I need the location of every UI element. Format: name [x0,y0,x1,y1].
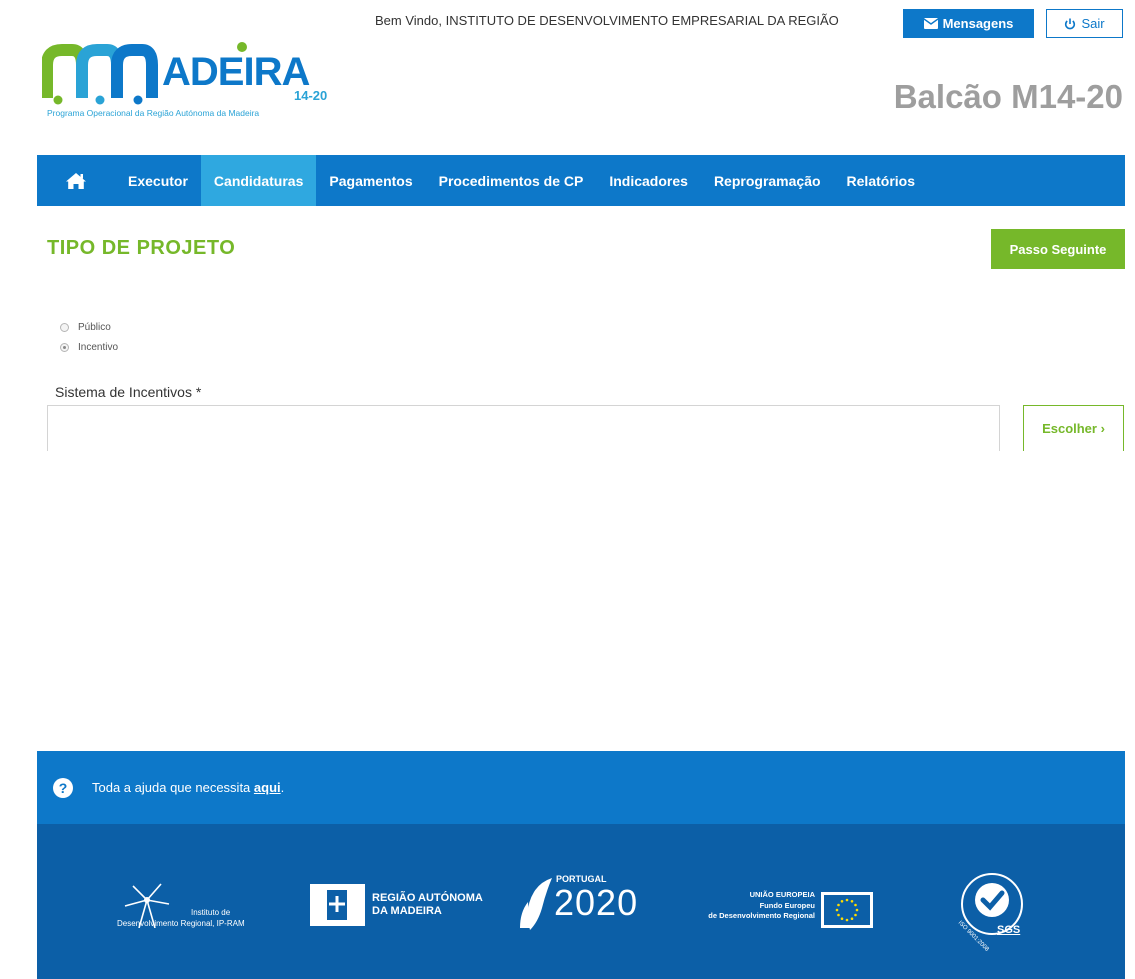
radio-publico-label: Público [78,322,111,333]
exit-button[interactable]: Sair [1046,9,1123,38]
radio-option-incentivo[interactable]: Incentivo [60,342,118,353]
nav-procedimentos-de-cp[interactable]: Procedimentos de CP [426,155,597,206]
help-link[interactable]: aqui [254,780,281,795]
exit-button-label: Sair [1081,16,1105,31]
question-icon: ? [53,777,73,798]
page-title: TIPO DE PROJETO [47,237,236,259]
next-step-button[interactable]: Passo Seguinte [991,229,1125,269]
regiao-autonoma-logo: REGIÃO AUTÓNOMA DA MADEIRA [310,884,483,928]
help-banner: ? Toda a ajuda que necessita aqui. [37,751,1125,824]
nav-executor[interactable]: Executor [115,155,201,206]
nav-candidaturas[interactable]: Candidaturas [200,155,317,206]
incentive-system-label: Sistema de Incentivos * [55,384,202,400]
idr-logo: Instituto de Desenvolvimento Regional, I… [117,880,257,940]
power-icon [1065,18,1076,29]
help-text: Toda a ajuda que necessita aqui. [92,780,285,795]
choose-button[interactable]: Escolher › [1023,405,1124,451]
logo-wordmark: ADEIRA [162,50,310,94]
radio-publico[interactable] [60,323,69,332]
envelope-icon [923,18,938,29]
nav-relatorios[interactable]: Relatórios [834,155,928,206]
nav-reprogramacao[interactable]: Reprogramação [701,155,834,206]
radio-option-publico[interactable]: Público [60,322,111,333]
eu-flag [824,895,870,925]
home-icon [66,172,86,189]
nav-indicadores[interactable]: Indicadores [596,155,701,206]
incentive-system-input[interactable] [47,405,1000,451]
nav-home[interactable] [37,155,115,206]
sgs-iso-logo: ISO 9001:2008 SGS [957,872,1037,953]
radio-incentivo-label: Incentivo [78,342,119,353]
nav-pagamentos[interactable]: Pagamentos [316,155,425,206]
logo-years: 14-20 [294,88,328,103]
eu-feder-logo: UNIÃO EUROPEIA Fundo Europeu de Desenvol… [708,890,917,938]
logo-tagline: Programa Operacional da Região Autónoma … [47,108,260,118]
messages-button[interactable]: Mensagens [903,9,1034,38]
welcome-text: Bem Vindo, INSTITUTO DE DESENVOLVIMENTO … [375,13,839,28]
radio-incentivo[interactable] [60,343,69,352]
main-navigation: Executor Candidaturas Pagamentos Procedi… [37,155,1125,206]
portugal-2020-logo: PORTUGAL 2020 [520,874,670,934]
footer: Instituto de Desenvolvimento Regional, I… [37,824,1125,979]
portal-title: Balcão M14-20 [893,78,1123,115]
messages-button-label: Mensagens [942,16,1014,31]
